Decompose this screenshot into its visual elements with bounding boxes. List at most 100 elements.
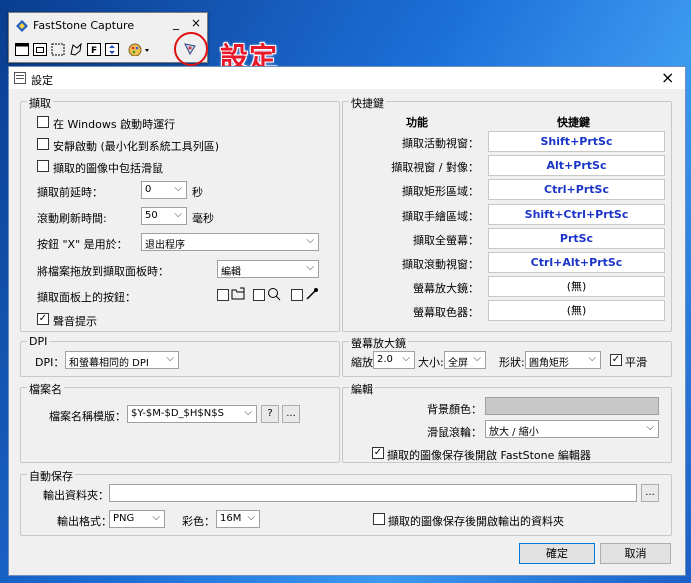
capture-window-icon [15,42,29,56]
panel-search-checkbox[interactable] [253,289,265,301]
scroll-delay-select[interactable]: 50 ⌵ [141,207,187,225]
filename-help-button[interactable]: ? [261,405,279,423]
smooth-label: 平滑 [625,356,647,369]
hotkey-field[interactable]: PrtSc [488,228,665,249]
open-folder-label: 擷取的圖像保存後開啟輸出的資料夾 [388,515,564,528]
capture-window-button[interactable] [13,40,31,58]
autosave-group: 自動保存 輸出資料夾： ... 輸出格式： PNG ⌵ 彩色： 16M ⌵ 擷取的圖… [20,468,672,536]
panel-open-checkbox[interactable] [217,289,229,301]
delay-unit: 秒 [192,186,203,199]
autosave-group-title: 自動保存 [27,468,75,484]
dpi-select[interactable]: 和螢幕相同的 DPI ⌵ [65,351,179,369]
size-select[interactable]: 全屏 ⌵ [444,351,486,369]
capture-freehand-icon [70,42,82,56]
dpi-group: DPI DPI： 和螢幕相同的 DPI ⌵ [20,335,340,377]
wheel-select[interactable]: 放大 / 縮小 ⌵ [485,420,659,438]
hotkey-field[interactable]: Alt+PrtSc [488,155,665,176]
palette-icon [128,43,149,56]
search-icon [268,288,281,301]
chevron-down-icon: ⌵ [152,512,160,523]
panel-buttons-label: 擷取面板上的按鈕： [37,291,136,304]
dialog-titlebar: 設定 × [9,67,685,89]
include-cursor-checkbox[interactable] [37,160,49,172]
chevron-down-icon: ⌵ [166,353,174,364]
chevron-down-icon: ⌵ [402,353,410,364]
dialog-close-button[interactable]: × [661,68,674,87]
output-folder-browse-button[interactable]: ... [641,484,659,502]
scroll-delay-value: 50 [145,210,158,221]
start-on-boot-label: 在 Windows 啟動時運行 [53,118,176,131]
color-depth-label: 彩色： [182,515,215,528]
svg-text:F: F [91,46,97,56]
bg-color-label: 背景顏色： [427,403,482,416]
scroll-delay-label: 滾動刷新時間: [37,212,107,225]
settings-dialog: 設定 × 擷取 在 Windows 啟動時運行 安靜啟動 (最小化到系統工具列區… [8,66,686,576]
chevron-down-icon: ⌵ [244,407,252,418]
hotkey-field[interactable]: Ctrl+Alt+PrtSc [488,252,665,273]
hotkey-field[interactable]: Shift+PrtSc [488,131,665,152]
filename-template-label: 檔案名稱模版： [49,410,126,423]
capture-object-button[interactable] [31,40,49,58]
x-button-select[interactable]: 退出程序 ⌵ [141,233,319,251]
zoom-select[interactable]: 2.0 ⌵ [373,351,415,369]
minimize-button[interactable]: _ [173,16,179,30]
ok-button[interactable]: 確定 [519,543,595,564]
drag-drop-value: 編輯 [221,267,241,278]
color-depth-select[interactable]: 16M ⌵ [216,510,260,528]
chevron-down-icon: ⌵ [247,512,255,523]
magnifier-group: 螢幕放大鏡 縮放: 2.0 ⌵ 大小: 全屏 ⌵ 形狀: 圓角矩形 ⌵ ✓ 平滑 [342,335,672,377]
open-editor-checkbox[interactable]: ✓ [372,447,384,459]
cancel-button[interactable]: 取消 [600,543,671,564]
output-format-select[interactable]: PNG ⌵ [109,510,165,528]
start-silent-checkbox[interactable] [37,138,49,150]
filename-template-select[interactable]: $Y-$M-$D_$H$N$S ⌵ [127,405,257,423]
output-menu-button[interactable] [127,40,153,58]
size-label: 大小: [418,356,444,369]
filename-browse-button[interactable]: ... [282,405,300,423]
start-on-boot-checkbox[interactable] [37,116,49,128]
eyedropper-icon [306,288,318,300]
bg-color-swatch[interactable] [485,397,659,415]
delay-select[interactable]: 0 ⌵ [141,181,187,199]
output-format-value: PNG [113,513,135,524]
sound-checkbox[interactable]: ✓ [37,313,49,325]
capture-object-icon [33,42,47,56]
hotkey-field[interactable]: Ctrl+PrtSc [488,179,665,200]
shape-label: 形狀: [499,356,525,369]
wheel-value: 放大 / 縮小 [489,427,539,438]
magnifier-group-title: 螢幕放大鏡 [349,335,408,351]
drag-drop-select[interactable]: 編輯 ⌵ [217,260,319,278]
hotkeys-group-title: 快捷鍵 [349,95,386,111]
chevron-down-icon: ⌵ [306,262,314,273]
delay-value: 0 [145,184,152,195]
panel-picker-checkbox[interactable] [291,289,303,301]
capture-rectangle-icon [51,43,65,55]
capture-fullscreen-button[interactable]: F [85,40,103,58]
output-folder-input[interactable] [109,484,637,502]
hotkey-field[interactable]: (無) [488,300,665,321]
wheel-label: 滑鼠滾輪： [427,426,482,439]
capture-freehand-button[interactable] [67,40,85,58]
smooth-checkbox[interactable]: ✓ [610,354,622,366]
chevron-down-icon: ⌵ [588,353,596,364]
filename-group: 檔案名 檔案名稱模版： $Y-$M-$D_$H$N$S ⌵ ? ... [20,381,340,463]
hotkey-label: 擷取活動視窗： [402,137,479,150]
filename-group-title: 檔案名 [27,381,64,397]
hotkey-field[interactable]: (無) [488,276,665,297]
capture-group-title: 擷取 [27,95,53,111]
toolbar-close-button[interactable]: × [191,16,201,30]
capture-scrolling-icon [105,42,119,56]
x-button-value: 退出程序 [145,240,185,251]
hotkey-label: 擷取全螢幕： [413,234,479,247]
drag-drop-label: 將檔案拖放到擷取面板時： [37,265,169,278]
delay-label: 擷取前延時： [37,186,103,199]
shape-select[interactable]: 圓角矩形 ⌵ [525,351,601,369]
x-button-label: 按鈕 "X" 是用於： [37,238,128,251]
dpi-value: 和螢幕相同的 DPI [69,358,149,369]
capture-scrolling-button[interactable] [103,40,121,58]
open-editor-label: 擷取的圖像保存後開啟 FastStone 編輯器 [387,449,591,462]
hotkey-field[interactable]: Shift+Ctrl+PrtSc [488,204,665,225]
open-folder-checkbox[interactable] [373,513,385,525]
sound-label: 聲音提示 [53,315,97,328]
capture-rectangle-button[interactable] [49,40,67,58]
